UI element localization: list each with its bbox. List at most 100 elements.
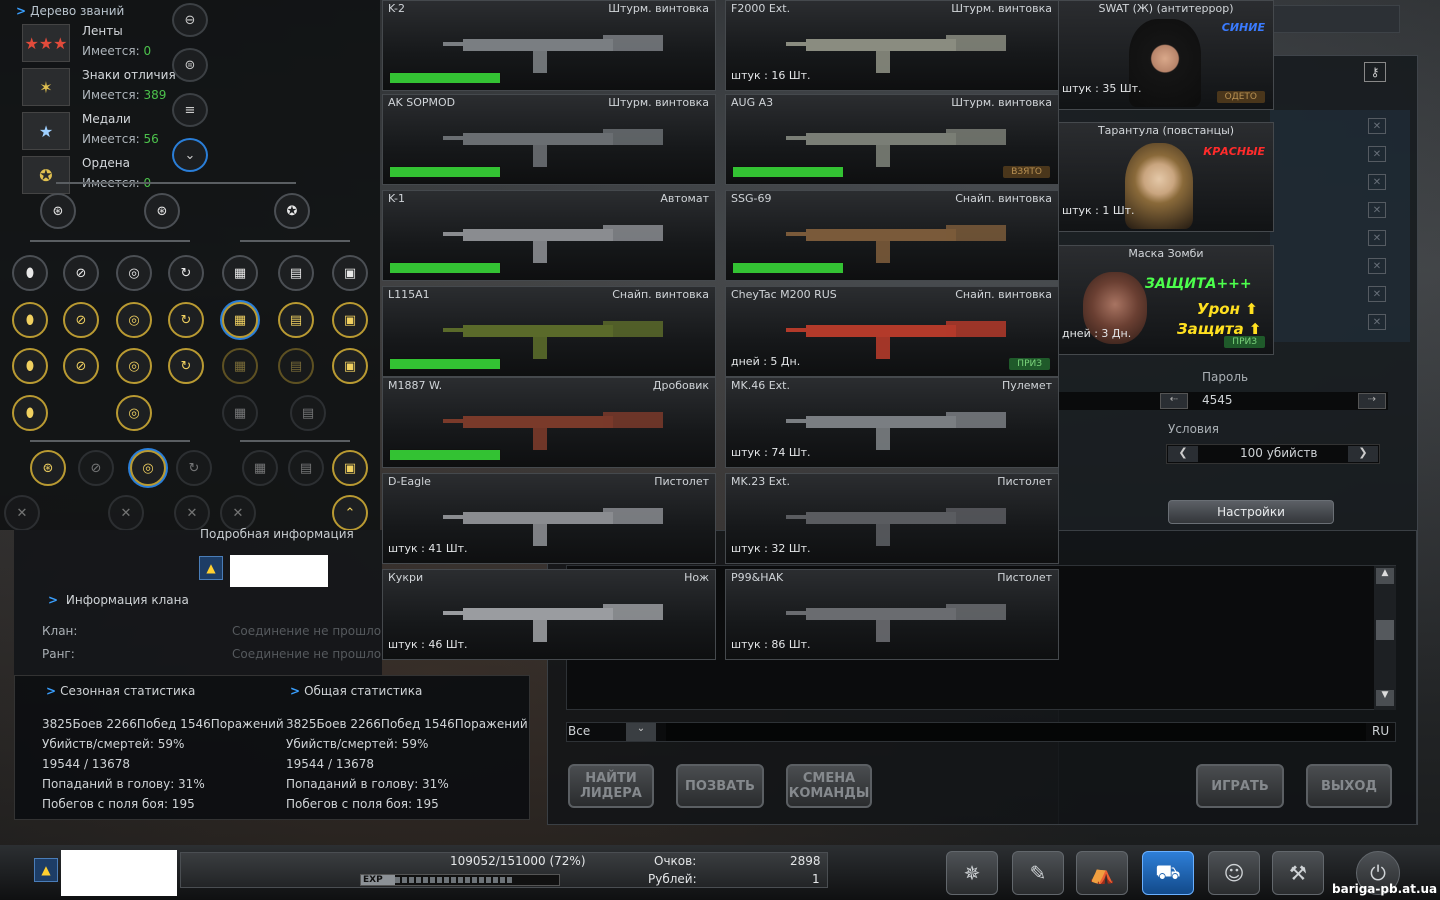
character-card[interactable]: SWAT (Ж) (антитеррор) СИНИЕ штук : 35 Шт… xyxy=(1058,0,1274,110)
weapon-card[interactable]: K-1 Автомат xyxy=(382,190,716,281)
weapon-card[interactable]: SSG-69 Снайп. винтовка xyxy=(725,190,1059,281)
category-orders[interactable]: ✪ Ордена Имеется: 0 xyxy=(22,154,182,198)
chevron-down-icon[interactable]: ⌄ xyxy=(626,723,656,741)
tree-node[interactable]: ✪ xyxy=(274,193,310,229)
rubles-value: 1 xyxy=(812,872,820,886)
tree-node[interactable]: ⌃ xyxy=(332,495,368,531)
tree-node[interactable]: ◎ xyxy=(116,348,152,384)
weapon-card[interactable]: MK.46 Ext. Пулемет штук : 74 Шт. xyxy=(725,377,1059,468)
tree-node[interactable]: ⬮ xyxy=(12,395,48,431)
tree-filter-button-4[interactable]: ⌄ xyxy=(172,138,208,172)
find-leader-button[interactable]: НАЙТИ ЛИДЕРА xyxy=(568,764,654,808)
tree-filter-button-1[interactable]: ⊖ xyxy=(172,3,208,37)
tree-node[interactable]: ▣ xyxy=(332,302,368,338)
close-slot-icon[interactable]: ✕ xyxy=(1368,146,1386,162)
tree-node[interactable]: ⊘ xyxy=(63,302,99,338)
tree-node[interactable]: ⊘ xyxy=(78,450,114,486)
character-card[interactable]: Маска Зомби ЗАЩИТА+++ Урон ⬆ Защита ⬆ дн… xyxy=(1058,245,1274,355)
weapon-card[interactable]: D-Eagle Пистолет штук : 41 Шт. xyxy=(382,473,716,564)
weapon-card[interactable]: M1887 W. Дробовик xyxy=(382,377,716,468)
weapon-card[interactable]: AK SOPMOD Штурм. винтовка xyxy=(382,94,716,185)
tree-node[interactable]: ▦ xyxy=(222,255,258,291)
weapon-card[interactable]: K-2 Штурм. винтовка xyxy=(382,0,716,91)
key-icon[interactable]: ⚷ xyxy=(1364,62,1386,82)
tree-node[interactable]: ⬮ xyxy=(12,255,48,291)
tree-filter-button-3[interactable]: ≡ xyxy=(172,93,208,127)
tree-node[interactable]: ◎ xyxy=(116,255,152,291)
close-slot-icon[interactable]: ✕ xyxy=(1368,230,1386,246)
tree-node[interactable]: ⊛ xyxy=(40,193,76,229)
tree-node[interactable]: ▦ xyxy=(242,450,278,486)
weapon-card[interactable]: L115A1 Снайп. винтовка xyxy=(382,286,716,377)
tree-node[interactable]: ↻ xyxy=(176,450,212,486)
weapon-card[interactable]: F2000 Ext. Штурм. винтовка штук : 16 Шт. xyxy=(725,0,1059,91)
tree-node[interactable]: ▤ xyxy=(278,348,314,384)
close-slot-icon[interactable]: ✕ xyxy=(1368,118,1386,134)
tree-node[interactable]: ↻ xyxy=(168,255,204,291)
close-slot-icon[interactable]: ✕ xyxy=(1368,174,1386,190)
rank-menu-button[interactable]: ✵ xyxy=(946,851,998,895)
chat-input[interactable] xyxy=(666,723,1366,741)
change-team-button[interactable]: СМЕНА КОМАНДЫ xyxy=(786,764,872,808)
tree-node[interactable]: ✕ xyxy=(174,495,210,531)
tree-node[interactable]: ✕ xyxy=(220,495,256,531)
close-slot-icon[interactable]: ✕ xyxy=(1368,314,1386,330)
settings-button[interactable]: Настройки xyxy=(1168,500,1334,524)
next-arrow-icon[interactable]: ❯ xyxy=(1348,446,1378,462)
weapon-card[interactable]: Кукри Нож штук : 46 Шт. xyxy=(382,569,716,660)
tree-node[interactable]: ◎ xyxy=(116,302,152,338)
mission-menu-button[interactable]: ✎ xyxy=(1012,851,1064,895)
language-indicator[interactable]: RU xyxy=(1372,724,1389,738)
tree-node[interactable]: ◎ xyxy=(130,450,166,486)
tree-filter-button-2[interactable]: ⊜ xyxy=(172,48,208,82)
tree-node[interactable]: ▤ xyxy=(278,302,314,338)
character-card[interactable]: Тарантула (повстанцы) КРАСНЫЕ штук : 1 Ш… xyxy=(1058,122,1274,232)
community-menu-button[interactable]: ☺ xyxy=(1208,851,1260,895)
inventory-menu-button[interactable]: ⛺ xyxy=(1076,851,1128,895)
weapon-name: D-Eagle xyxy=(388,475,431,488)
close-slot-icon[interactable]: ✕ xyxy=(1368,202,1386,218)
exit-button[interactable]: ВЫХОД xyxy=(1306,764,1392,808)
tree-node[interactable]: ⊛ xyxy=(144,193,180,229)
weapon-card[interactable]: P99&HAK Пистолет штук : 86 Шт. xyxy=(725,569,1059,660)
scroll-up-icon[interactable]: ▲ xyxy=(1376,568,1394,584)
tree-node[interactable]: ◎ xyxy=(116,395,152,431)
tree-node[interactable]: ⊘ xyxy=(63,348,99,384)
tree-node[interactable]: ▦ xyxy=(222,395,258,431)
category-medals[interactable]: ★ Медали Имеется: 56 xyxy=(22,110,182,154)
scroll-thumb[interactable] xyxy=(1376,620,1394,640)
arrow-left-icon[interactable]: ⇠ xyxy=(1160,393,1188,409)
tree-node[interactable]: ↻ xyxy=(168,348,204,384)
tree-node[interactable]: ▣ xyxy=(332,348,368,384)
arrow-right-icon[interactable]: ⇢ xyxy=(1358,393,1386,409)
weapon-card[interactable]: AUG A3 Штурм. винтовка ВЗЯТО xyxy=(725,94,1059,185)
tree-node[interactable]: ▣ xyxy=(332,255,368,291)
close-slot-icon[interactable]: ✕ xyxy=(1368,286,1386,302)
tree-node[interactable]: ⊛ xyxy=(30,450,66,486)
category-ribbons[interactable]: ★★★ Ленты Имеется: 0 xyxy=(22,22,182,66)
tree-node[interactable]: ⬮ xyxy=(12,302,48,338)
weapon-card[interactable]: CheyTac M200 RUS Снайп. винтовка дней : 5 … xyxy=(725,286,1059,377)
tree-node[interactable]: ▦ xyxy=(222,302,258,338)
play-button[interactable]: ИГРАТЬ xyxy=(1196,764,1284,808)
tree-node[interactable]: ▦ xyxy=(222,348,258,384)
tree-node[interactable]: ✕ xyxy=(4,495,40,531)
chat-filter-label[interactable]: Все xyxy=(568,724,590,738)
tree-node[interactable]: ▤ xyxy=(290,395,326,431)
category-badges[interactable]: ✶ Знаки отличия Имеется: 389 xyxy=(22,66,182,110)
tree-node[interactable]: ⬮ xyxy=(12,348,48,384)
tree-node[interactable]: ▤ xyxy=(278,255,314,291)
options-menu-button[interactable]: ⚒ xyxy=(1272,851,1324,895)
shop-menu-button[interactable]: ⛟ xyxy=(1142,851,1194,895)
tree-node[interactable]: ✕ xyxy=(108,495,144,531)
prev-arrow-icon[interactable]: ❮ xyxy=(1168,446,1198,462)
tree-node[interactable]: ▤ xyxy=(288,450,324,486)
close-slot-icon[interactable]: ✕ xyxy=(1368,258,1386,274)
tree-node[interactable]: ↻ xyxy=(168,302,204,338)
tree-node[interactable]: ⊘ xyxy=(63,255,99,291)
weapon-image xyxy=(786,21,1016,76)
invite-button[interactable]: ПОЗВАТЬ xyxy=(676,764,764,808)
weapon-card[interactable]: MK.23 Ext. Пистолет штук : 32 Шт. xyxy=(725,473,1059,564)
scroll-down-icon[interactable]: ▼ xyxy=(1376,690,1394,706)
tree-node[interactable]: ▣ xyxy=(332,450,368,486)
